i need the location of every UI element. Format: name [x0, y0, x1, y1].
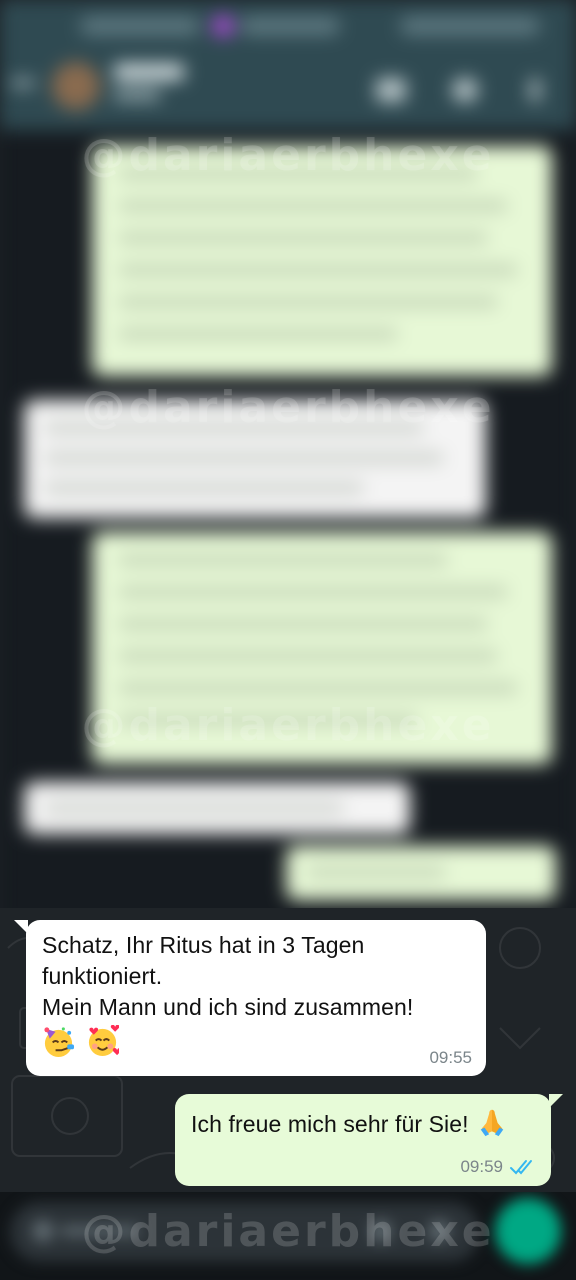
message-text: Ich freue mich sehr für Sie!	[191, 1106, 535, 1140]
whatsapp-chat-screen: @dariaerbhexe @dariaerbhexe @dariaerbhex…	[0, 0, 576, 1280]
contact-name[interactable]	[114, 64, 184, 80]
watermark-text: @dariaerbhexe	[81, 382, 495, 433]
chat-header	[0, 52, 576, 130]
emoji-row	[42, 1025, 470, 1061]
chat-messages: Schatz, Ihr Ritus hat in 3 Tagen funktio…	[0, 908, 576, 1192]
message-line: funktioniert.	[42, 963, 163, 989]
read-receipt-double-check-icon	[510, 1160, 532, 1175]
outgoing-message-bubble[interactable]: Ich freue mich sehr für Sie! 09:59	[175, 1094, 563, 1186]
contact-avatar[interactable]	[52, 62, 100, 110]
message-timestamp: 09:59	[460, 1157, 503, 1176]
watermark-text: @dariaerbhexe	[81, 130, 495, 181]
status-bar	[0, 0, 576, 52]
blurred-incoming-bubble	[24, 782, 410, 834]
smiling-face-with-hearts-icon	[88, 1025, 119, 1057]
blurred-chat-history: @dariaerbhexe @dariaerbhexe @dariaerbhex…	[0, 0, 576, 908]
partying-face-icon	[44, 1027, 75, 1058]
incoming-message-bubble[interactable]: Schatz, Ihr Ritus hat in 3 Tagen funktio…	[14, 920, 486, 1076]
contact-status	[114, 90, 160, 100]
more-options-icon[interactable]	[530, 78, 540, 102]
video-call-icon[interactable]	[376, 78, 406, 102]
message-text: Schatz, Ihr Ritus hat in 3 Tagen funktio…	[42, 930, 470, 1061]
folded-hands-icon	[480, 1109, 504, 1137]
watermark-text: @dariaerbhexe	[81, 1206, 495, 1257]
blurred-outgoing-bubble	[286, 846, 556, 900]
watermark-text: @dariaerbhexe	[81, 700, 495, 751]
voice-call-icon[interactable]	[452, 78, 478, 102]
message-composer: @dariaerbhexe	[0, 1192, 576, 1280]
message-line: Mein Mann und ich sind zusammen!	[42, 994, 414, 1020]
back-arrow-icon[interactable]	[12, 80, 34, 86]
message-timestamp: 09:55	[429, 1048, 472, 1067]
message-line: Schatz, Ihr Ritus hat in 3 Tagen	[42, 932, 365, 958]
message-line: Ich freue mich sehr für Sie!	[191, 1111, 469, 1137]
